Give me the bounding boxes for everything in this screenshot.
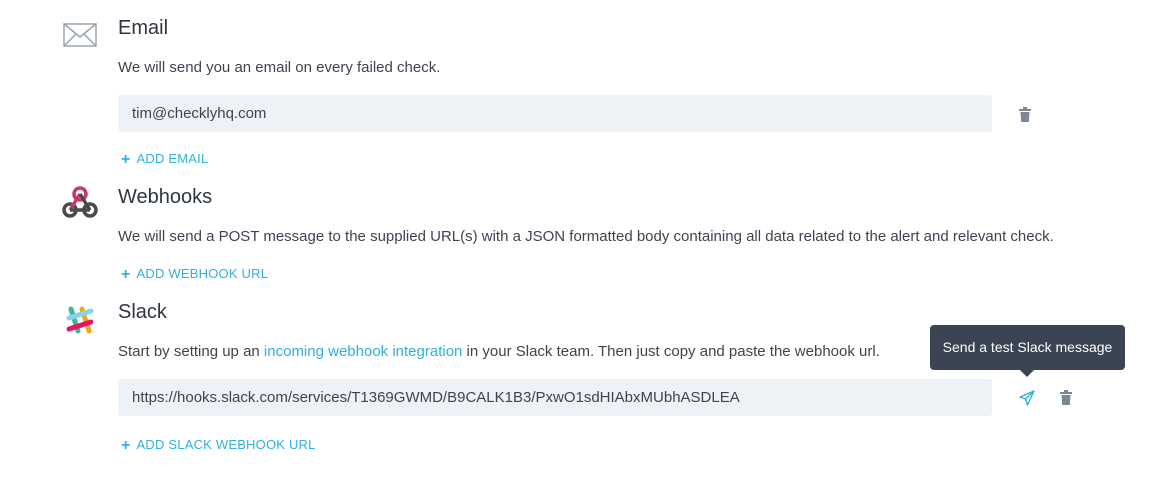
add-webhook-url-button[interactable]: + ADD WEBHOOK URL [121,265,268,283]
add-slack-webhook-url-button[interactable]: + ADD SLACK WEBHOOK URL [121,436,316,454]
slack-icon [66,306,94,334]
slack-description-suffix: in your Slack team. Then just copy and p… [462,343,880,360]
slack-webhook-url-field[interactable]: https://hooks.slack.com/services/T1369GW… [118,379,992,416]
webhooks-section: Webhooks We will send a POST message to … [0,170,1160,290]
slack-description-prefix: Start by setting up an [118,343,264,360]
email-section: Email We will send you an email on every… [0,0,1160,170]
email-title: Email [118,17,169,39]
slack-description: Start by setting up an incoming webhook … [118,343,880,360]
webhooks-title: Webhooks [118,186,213,208]
plus-icon: + [121,151,131,168]
plus-icon: + [121,437,131,454]
plus-icon: + [121,266,131,283]
webhook-icon [62,186,98,218]
webhooks-description: We will send a POST message to the suppl… [118,228,1054,245]
add-email-label: ADD EMAIL [136,151,209,166]
send-test-slack-tooltip: Send a test Slack message [930,325,1125,370]
tooltip-arrow [1020,370,1034,377]
add-webhook-url-label: ADD WEBHOOK URL [136,266,269,281]
email-description: We will send you an email on every faile… [118,59,441,76]
envelope-icon [63,23,97,47]
delete-slack-webhook-trash-icon[interactable] [1059,390,1073,406]
add-slack-webhook-url-label: ADD SLACK WEBHOOK URL [136,437,316,452]
email-address-field[interactable]: tim@checklyhq.com [118,95,992,132]
slack-section: Slack Start by setting up an incoming we… [0,290,1160,482]
add-email-button[interactable]: + ADD EMAIL [121,150,208,168]
incoming-webhook-integration-link[interactable]: incoming webhook integration [264,343,462,360]
slack-title: Slack [118,301,167,323]
send-test-message-icon[interactable] [1019,390,1035,406]
delete-email-trash-icon[interactable] [1018,107,1032,123]
